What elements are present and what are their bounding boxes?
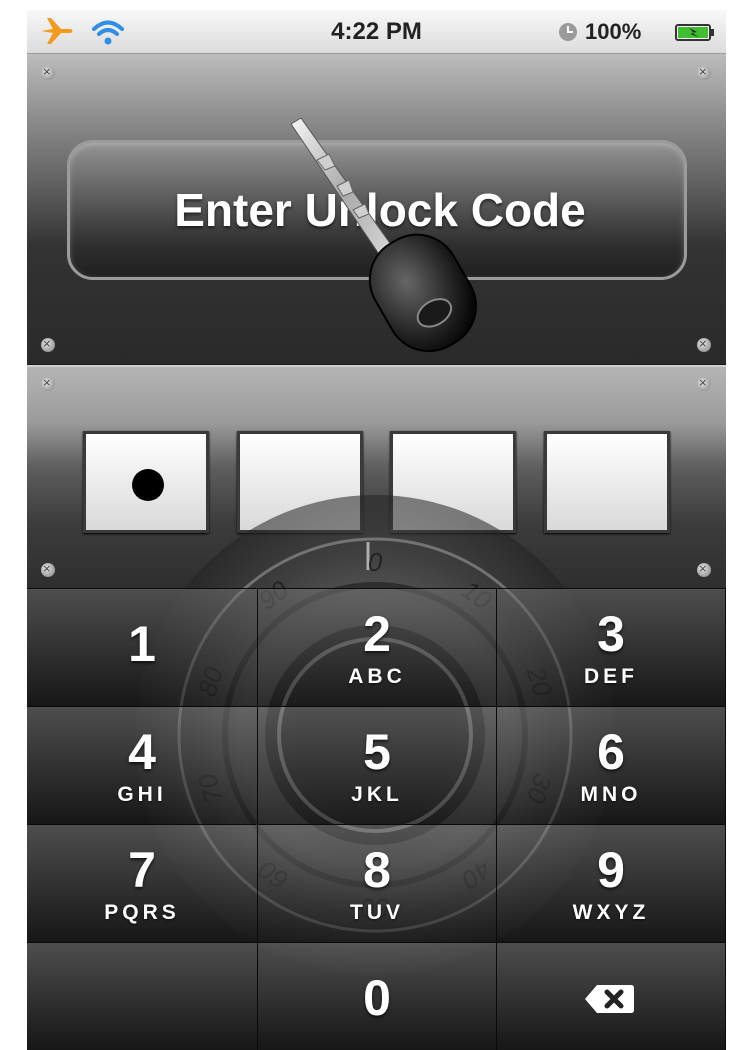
screw-icon [697,375,711,391]
keypad-key-blank [27,942,258,1050]
keypad-key-5[interactable]: 5 JKL [258,706,497,824]
keypad-key-3[interactable]: 3 DEF [497,588,726,706]
key-number: 7 [128,842,156,898]
screw-icon [697,336,711,352]
key-number: 3 [597,606,625,662]
delete-button[interactable] [497,942,726,1050]
status-bar: 4:22 PM 100% [27,10,726,54]
keypad-key-6[interactable]: 6 MNO [497,706,726,824]
backspace-icon [585,985,634,1013]
key-number: 6 [597,724,625,780]
key-number: 5 [363,724,391,780]
key-letters: WXYZ [572,901,650,924]
keypad-key-0[interactable]: 0 [258,942,497,1050]
screw-icon [41,375,55,391]
screw-icon [697,561,711,577]
battery-charging-icon [675,24,714,41]
key-letters: GHI [117,783,167,806]
key-number: 8 [363,842,391,898]
screw-icon [41,561,55,577]
key-number: 2 [363,606,391,662]
screw-icon [41,336,55,352]
screw-icon [41,64,55,80]
key-letters: DEF [584,665,638,688]
key-letters: MNO [580,783,642,806]
code-digit-box [544,431,670,533]
key-number: 0 [363,970,391,1026]
code-digit-box [83,431,209,533]
key-letters: ABC [348,665,406,688]
unlock-screen: 4:22 PM 100% Enter Unlock Code [27,10,726,1050]
key-letters: PQRS [104,901,180,924]
key-letters: TUV [350,901,404,924]
keypad-key-1[interactable]: 1 [27,588,258,706]
code-entry-panel [27,365,726,590]
keypad-key-9[interactable]: 9 WXYZ [497,824,726,942]
keypad-key-4[interactable]: 4 GHI [27,706,258,824]
battery-percent: 100% [585,19,642,44]
key-number: 1 [128,616,156,672]
key-number: 4 [128,724,156,780]
code-digit-box [237,431,363,533]
keypad: 1 2 ABC 3 DEF 4 GHI 5 JKL 6 MNO 7 PQRS 8 TUV 9 WXYZ 0 [27,588,726,1050]
keypad-key-8[interactable]: 8 TUV [258,824,497,942]
keypad-key-7[interactable]: 7 PQRS [27,824,258,942]
screw-icon [697,64,711,80]
key-icon [290,117,477,353]
keypad-key-2[interactable]: 2 ABC [258,588,497,706]
code-digit-box [390,431,516,533]
key-letters: JKL [351,783,403,806]
code-dot-icon [132,469,164,501]
clock-icon [559,23,577,41]
key-number: 9 [597,842,625,898]
header-panel: Enter Unlock Code [27,54,726,364]
